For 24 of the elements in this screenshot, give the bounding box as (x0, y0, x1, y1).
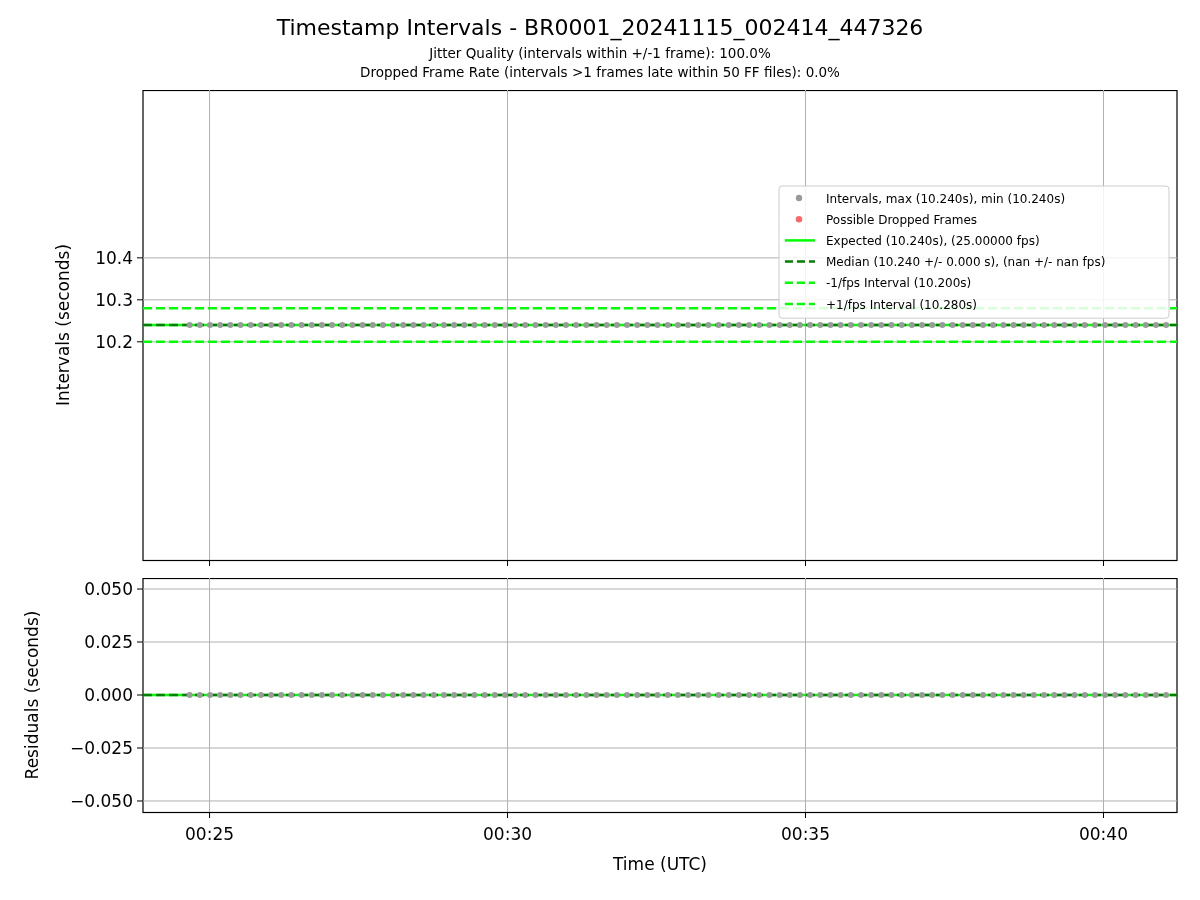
legend-label: Expected (10.240s), (25.00000 fps) (826, 233, 1040, 248)
x-axis-label: Time (UTC) (613, 854, 707, 874)
legend-label: Median (10.240 +/- 0.000 s), (nan +/- nan fps) (826, 255, 1106, 270)
y-tick-label: 0.025 (84, 632, 133, 652)
y-axis-label: Intervals (seconds) (53, 243, 73, 407)
chart-subtitle: Jitter Quality (intervals within +/-1 frame): 100.0% (429, 44, 771, 63)
x-tick-label: 00:40 (1079, 824, 1128, 844)
legend-label: -1/fps Interval (10.200s) (826, 276, 972, 291)
y-tick-label: 10.4 (95, 247, 133, 268)
y-tick-label: 0.000 (84, 685, 133, 705)
x-tick-label: 00:30 (483, 824, 533, 844)
y-tick-label: 10.3 (95, 289, 133, 310)
y-tick-label: 10.2 (95, 331, 133, 352)
legend-label: Possible Dropped Frames (826, 212, 978, 227)
legend-label: Intervals, max (10.240s), min (10.240s) (826, 191, 1066, 206)
chart-title: Timestamp Intervals - BR0001_20241115_002414_447326 (276, 14, 924, 42)
chart-subtitle: Dropped Frame Rate (intervals >1 frames late within 50 FF files): 0.0% (360, 63, 840, 82)
y-tick-label: −0.050 (70, 791, 133, 811)
y-axis-label: Residuals (seconds) (22, 610, 42, 780)
x-tick-label: 00:35 (781, 824, 830, 844)
y-tick-label: 0.050 (84, 579, 133, 599)
x-tick-label: 00:25 (185, 824, 235, 844)
y-tick-label: −0.025 (70, 738, 133, 758)
legend-label: +1/fps Interval (10.280s) (826, 297, 977, 312)
